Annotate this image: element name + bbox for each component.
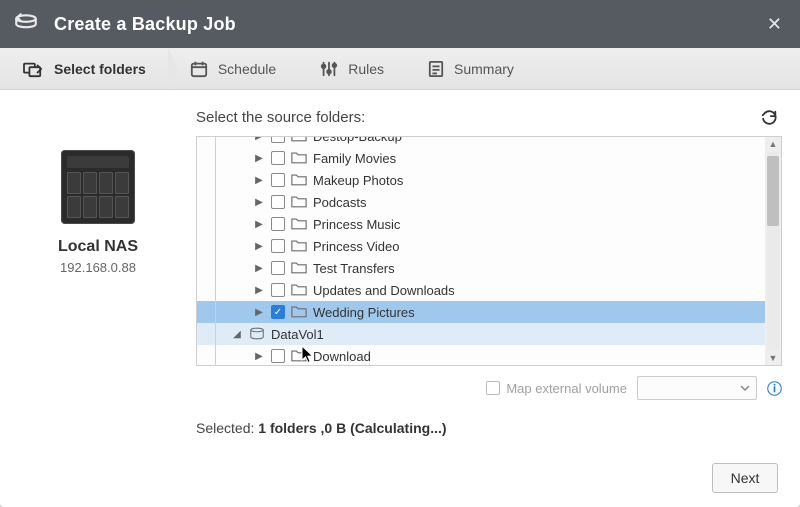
dialog-title: Create a Backup Job <box>54 14 236 35</box>
scroll-track[interactable] <box>767 152 779 350</box>
backup-job-dialog: Create a Backup Job ✕ Select folders Sch… <box>0 0 800 507</box>
folder-icon <box>291 239 307 253</box>
wizard-stepbar: Select folders Schedule Rules <box>0 48 800 90</box>
summary-icon <box>428 60 444 78</box>
folder-icon <box>291 349 307 363</box>
folder-icon <box>291 151 307 165</box>
schedule-icon <box>190 60 208 78</box>
tree-row[interactable]: ▶ Princess Video <box>197 235 765 257</box>
expand-caret-icon[interactable]: ▶ <box>253 307 265 318</box>
expand-caret-icon[interactable]: ▶ <box>253 219 265 230</box>
tree-item-label: Princess Video <box>313 239 399 254</box>
folder-checkbox[interactable] <box>271 239 285 253</box>
next-button[interactable]: Next <box>712 463 778 493</box>
scroll-thumb[interactable] <box>767 156 779 226</box>
map-volume-select[interactable] <box>637 376 757 400</box>
tree-row[interactable]: ▶ Download <box>197 345 765 365</box>
scrollbar[interactable]: ▲ ▼ <box>765 137 781 365</box>
expand-caret-icon[interactable]: ▶ <box>253 137 265 142</box>
scroll-up-icon[interactable]: ▲ <box>765 137 781 151</box>
folder-checkbox[interactable] <box>271 349 285 363</box>
folder-checkbox[interactable] <box>271 151 285 165</box>
step-label: Schedule <box>218 61 276 77</box>
folder-checkbox[interactable] <box>271 217 285 231</box>
chevron-down-icon <box>740 385 750 391</box>
tree-item-label: Destop-Backup <box>313 137 402 144</box>
expand-caret-icon[interactable]: ▶ <box>253 351 265 362</box>
tree-row[interactable]: ▶ Destop-Backup <box>197 137 765 147</box>
expand-caret-icon[interactable]: ▶ <box>253 175 265 186</box>
folder-checkbox[interactable] <box>271 261 285 275</box>
close-button[interactable]: ✕ <box>761 11 788 37</box>
refresh-button[interactable] <box>756 104 782 130</box>
tree-item-label: Download <box>313 349 371 364</box>
tree-row[interactable]: ▶ Test Transfers <box>197 257 765 279</box>
map-volume-checkbox[interactable] <box>486 381 500 395</box>
folder-icon <box>291 305 307 319</box>
nas-ip: 192.168.0.88 <box>60 260 136 275</box>
select-folders-icon <box>22 60 44 78</box>
summary-prefix: Selected: <box>196 420 258 436</box>
step-schedule[interactable]: Schedule <box>168 48 298 89</box>
folder-checkbox[interactable] <box>271 283 285 297</box>
tree-row[interactable]: ▶ Updates and Downloads <box>197 279 765 301</box>
backup-icon <box>12 12 40 36</box>
expand-caret-icon[interactable]: ▶ <box>253 197 265 208</box>
tree-item-label: Podcasts <box>313 195 366 210</box>
scroll-down-icon[interactable]: ▼ <box>765 351 781 365</box>
tree-item-label: Family Movies <box>313 151 396 166</box>
footer: Next <box>0 449 800 507</box>
folder-icon <box>291 195 307 209</box>
step-label: Rules <box>348 61 384 77</box>
right-column: Select the source folders: ▶ Destop-Backu… <box>196 104 782 449</box>
nas-image <box>61 150 135 224</box>
tree-row[interactable]: ▶ Makeup Photos <box>197 169 765 191</box>
folder-icon <box>291 137 307 143</box>
map-volume-row: Map external volume ⓘ <box>196 374 782 402</box>
folder-icon <box>291 283 307 297</box>
expand-caret-icon[interactable]: ▶ <box>253 285 265 296</box>
source-heading: Select the source folders: <box>196 109 365 126</box>
tree-row[interactable]: ◢ DataVol1 <box>197 323 765 345</box>
tree-row[interactable]: ▶ Podcasts <box>197 191 765 213</box>
nas-name: Local NAS <box>58 238 138 256</box>
expand-caret-icon[interactable]: ▶ <box>253 153 265 164</box>
map-volume-label: Map external volume <box>506 381 627 396</box>
folder-checkbox[interactable] <box>271 305 285 319</box>
rules-icon <box>320 60 338 78</box>
folder-tree: ▶ Destop-Backup ▶ Family Movies ▶ Makeup Phot… <box>196 136 782 366</box>
tree-row[interactable]: ▶ Family Movies <box>197 147 765 169</box>
volume-icon <box>249 327 265 341</box>
tree-item-label: Updates and Downloads <box>313 283 455 298</box>
expand-caret-icon[interactable]: ▶ <box>253 263 265 274</box>
info-icon[interactable]: ⓘ <box>767 378 782 399</box>
tree-item-label: DataVol1 <box>271 327 324 342</box>
folder-icon <box>291 217 307 231</box>
step-select-folders[interactable]: Select folders <box>0 48 168 89</box>
step-summary[interactable]: Summary <box>406 48 536 89</box>
tree-item-label: Makeup Photos <box>313 173 403 188</box>
expand-caret-icon[interactable]: ▶ <box>253 241 265 252</box>
titlebar: Create a Backup Job ✕ <box>0 0 800 48</box>
selection-summary: Selected: 1 folders ,0 B (Calculating...… <box>196 420 782 436</box>
folder-checkbox[interactable] <box>271 173 285 187</box>
step-label: Select folders <box>54 61 146 77</box>
summary-value: 1 folders ,0 B (Calculating...) <box>258 420 446 436</box>
tree-item-label: Test Transfers <box>313 261 395 276</box>
tree-row[interactable]: ▶ Princess Music <box>197 213 765 235</box>
body: Local NAS 192.168.0.88 Select the source… <box>0 90 800 449</box>
tree-item-label: Princess Music <box>313 217 400 232</box>
folder-icon <box>291 173 307 187</box>
tree-item-label: Wedding Pictures <box>313 305 415 320</box>
nas-panel: Local NAS 192.168.0.88 <box>18 104 178 449</box>
tree-row[interactable]: ▶ Wedding Pictures <box>197 301 765 323</box>
folder-checkbox[interactable] <box>271 195 285 209</box>
expand-caret-icon[interactable]: ◢ <box>231 329 243 340</box>
step-rules[interactable]: Rules <box>298 48 406 89</box>
folder-checkbox[interactable] <box>271 137 285 143</box>
folder-icon <box>291 261 307 275</box>
step-label: Summary <box>454 61 514 77</box>
